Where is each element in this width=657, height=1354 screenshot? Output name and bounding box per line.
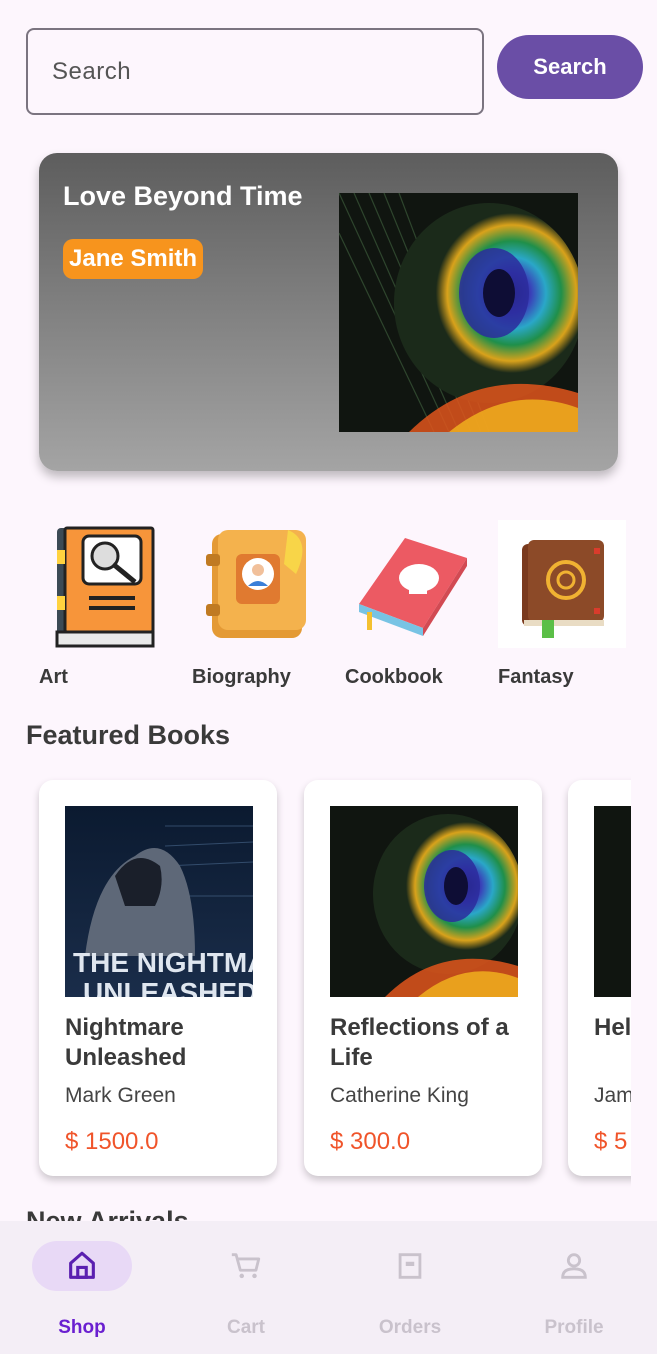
cover-text-bottom: UNLEASHED — [83, 977, 253, 997]
cart-icon — [231, 1253, 261, 1279]
hero-banner[interactable]: Love Beyond Time Jane Smith — [39, 153, 618, 471]
book-cover — [594, 806, 631, 997]
book-card[interactable]: Hel Jam $ 5 — [568, 780, 631, 1176]
category-label: Fantasy — [498, 666, 574, 688]
orders-icon — [398, 1253, 422, 1279]
category-fantasy[interactable]: Fantasy — [498, 520, 638, 688]
hero-author-badge: Jane Smith — [63, 239, 204, 279]
book-card[interactable]: THE NIGHTMARE UNLEASHED Nightmare Unleas… — [39, 780, 277, 1176]
book-cover-nightmare: THE NIGHTMARE UNLEASHED — [65, 806, 253, 997]
nav-shop[interactable]: Shop — [0, 1241, 164, 1341]
category-art[interactable]: Art — [39, 520, 179, 688]
category-cookbook[interactable]: Cookbook — [345, 520, 485, 688]
category-label: Art — [39, 666, 68, 688]
peacock-feather-cover — [339, 193, 578, 432]
book-title: Hel — [594, 1014, 631, 1041]
search-row: Search — [26, 28, 643, 115]
cookbook-icon — [359, 538, 467, 636]
cover-text-top: THE NIGHTMARE — [73, 947, 253, 978]
book-author: Mark Green — [65, 1084, 176, 1107]
nav-profile[interactable]: Profile — [492, 1241, 656, 1341]
nav-cart[interactable]: Cart — [164, 1241, 328, 1341]
featured-books-title: Featured Books — [26, 720, 231, 750]
art-book-icon — [55, 526, 155, 648]
profile-icon — [561, 1253, 587, 1279]
book-price: $ 1500.0 — [65, 1128, 159, 1155]
book-cover-peacock — [330, 806, 518, 997]
nav-orders[interactable]: Orders — [328, 1241, 492, 1341]
nav-label: Orders — [378, 1317, 442, 1338]
hero-title: Love Beyond Time — [63, 181, 303, 211]
category-label: Biography — [192, 666, 291, 688]
featured-books-carousel[interactable]: THE NIGHTMARE UNLEASHED Nightmare Unleas… — [26, 770, 631, 1200]
book-card[interactable]: Reflections of a Life Catherine King $ 3… — [304, 780, 542, 1176]
book-title: Nightmare Unleashed — [65, 1014, 187, 1071]
biography-book-icon — [206, 530, 306, 638]
search-input[interactable] — [26, 28, 484, 115]
book-author: Jam — [594, 1084, 631, 1107]
book-author: Catherine King — [330, 1084, 469, 1107]
book-price: $ 5 — [594, 1128, 628, 1155]
fantasy-book-icon — [498, 520, 626, 648]
nav-label: Profile — [544, 1317, 604, 1338]
category-label: Cookbook — [345, 666, 443, 688]
book-price: $ 300.0 — [330, 1128, 411, 1155]
category-biography[interactable]: Biography — [192, 520, 332, 688]
nav-label: Shop — [58, 1317, 106, 1338]
home-icon — [69, 1251, 95, 1279]
nav-label: Cart — [226, 1317, 265, 1338]
search-button[interactable]: Search — [497, 35, 643, 99]
bottom-navigation: Shop Cart Orders Profile — [0, 1221, 657, 1354]
book-title: Reflections of a Life — [330, 1014, 509, 1071]
